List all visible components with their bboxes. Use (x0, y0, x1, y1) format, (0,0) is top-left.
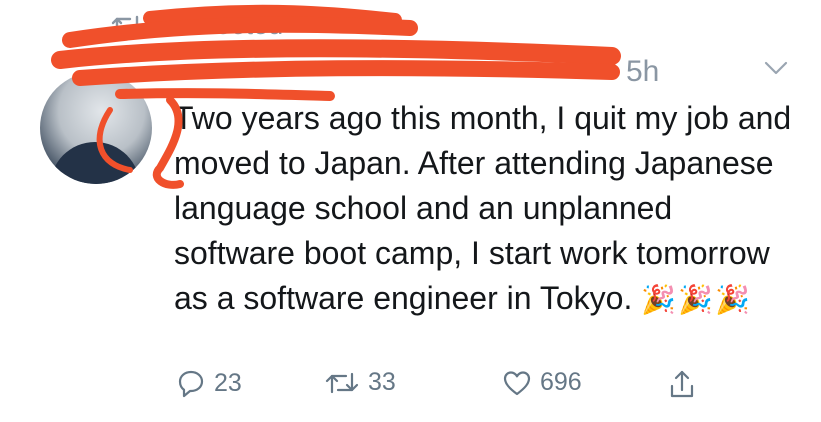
reply-count: 23 (214, 368, 242, 397)
author-row[interactable] (170, 52, 180, 90)
retweet-context: Retweeted (110, 8, 283, 42)
like-count: 696 (540, 368, 582, 396)
retweeted-label: Retweeted (154, 9, 284, 40)
retweet-count: 33 (368, 368, 396, 396)
retweet-icon (110, 13, 144, 37)
avatar[interactable] (40, 72, 152, 184)
retweet-button[interactable]: 33 (324, 368, 396, 397)
heart-icon (502, 369, 532, 397)
like-button[interactable]: 696 (502, 368, 582, 397)
retweet-icon (324, 370, 360, 396)
avatar-figure (50, 142, 140, 184)
share-button[interactable] (668, 368, 696, 400)
party-popper-emoji: 🎉🎉🎉 (641, 284, 752, 315)
tweet-actions: 23 33 696 (176, 368, 716, 408)
chevron-down-icon[interactable] (763, 60, 789, 81)
reply-button[interactable]: 23 (176, 368, 242, 398)
tweet-body: Two years ago this month, I quit my job … (174, 96, 794, 322)
share-icon (668, 368, 696, 400)
reply-icon (176, 368, 206, 398)
tweet-timestamp[interactable]: 5h (626, 55, 659, 89)
